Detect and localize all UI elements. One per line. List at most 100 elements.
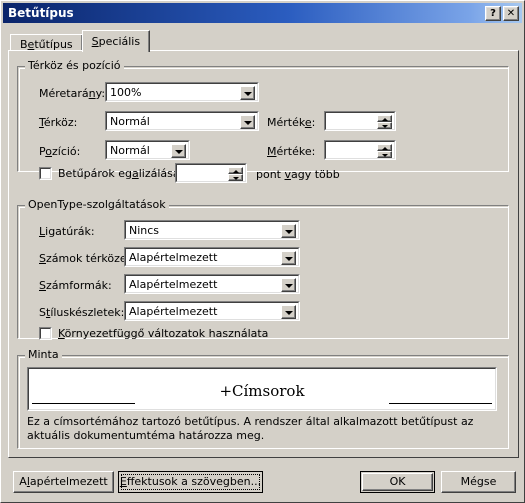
combo-spacing[interactable]: Normál [105,111,259,131]
label-spacing-by-post: : [311,116,316,129]
label-scale: Méretarány: [39,87,105,100]
label-number-spacing-accel: S [39,252,46,265]
spinner-down-icon[interactable] [228,174,243,181]
combo-ligatures[interactable]: Nincs [124,220,300,240]
combo-stylistic-sets-value: Alapértelmezett [129,305,218,318]
combo-ligatures-inner: Nincs [125,221,299,239]
label-kerning-suffix: pont vagy több [256,168,340,181]
chevron-down-icon[interactable] [240,86,255,100]
group-spacing-legend: Térköz és pozíció [25,60,124,72]
label-spacing-by-accel: e [304,116,312,129]
combo-number-forms-value: Alapértelmezett [129,278,218,291]
group-preview-legend: Minta [25,349,62,361]
font-preview-box: +Címsorok [27,367,497,411]
label-position: Pozíció: [39,145,80,158]
combo-position-value: Normál [110,144,150,157]
spinner-down-icon[interactable] [377,151,392,158]
group-spacing-frame [17,66,509,172]
combo-stylistic-sets-inner: Alapértelmezett [125,302,299,320]
font-preview-inner: +Címsorok [28,368,496,410]
title-bar-buttons: ? ✕ [485,5,519,21]
tab-specialis-post: peciális [98,35,141,48]
checkbox-contextual-post: örnyezetfüggő változatok használata [64,327,269,340]
checkbox-contextual-accel: K [58,327,65,340]
chevron-down-icon[interactable] [281,278,296,292]
combo-scale[interactable]: 100% [105,82,259,102]
combo-spacing-inner: Normál [106,112,258,130]
combo-stylistic-sets[interactable]: Alapértelmezett [124,301,300,321]
combo-scale-inner: 100% [106,83,258,101]
tab-panel-specialis: Térköz és pozíció Méretarány: 100% Térkö… [8,50,519,458]
label-scale-post: y: [95,87,106,100]
label-stylistic-sets-pre: S [39,306,46,319]
preview-rule-right [389,403,492,404]
font-dialog: Betűtípus ? ✕ Betűtípus Speciális Térköz… [0,0,525,503]
combo-spacing-value: Normál [110,115,150,128]
checkbox-kerning-label-pre: Betűpárok eg [58,167,132,180]
spinner-spacing-by-inner [325,112,395,130]
label-position-by: Mértéke: [267,145,315,158]
tab-specialis[interactable]: Speciális [81,30,151,52]
combo-number-spacing[interactable]: Alapértelmezett [124,247,300,267]
combo-position-inner: Normál [106,141,189,159]
label-position-post: zíció: [51,145,81,158]
combo-number-forms-inner: Alapértelmezett [125,275,299,293]
help-icon[interactable]: ? [485,5,501,21]
text-effects-button[interactable]: Effektusok a szövegben... [118,471,263,493]
checkbox-contextual-alternates-box[interactable] [39,327,52,340]
default-button-label-pre: A [19,475,27,488]
combo-scale-value: 100% [110,86,142,99]
label-number-forms: Számformák: [39,279,112,292]
label-stylistic-sets: Stíluskészletek: [39,306,124,319]
label-number-spacing: Számok térköze: [39,252,130,265]
combo-position[interactable]: Normál [105,140,190,160]
combo-number-forms[interactable]: Alapértelmezett [124,274,300,294]
group-opentype: OpenType-szolgáltatások Ligatúrák: Nincs… [17,199,509,340]
label-spacing-by: Mértéke: [267,116,315,129]
group-opentype-legend: OpenType-szolgáltatások [25,199,169,211]
label-scale-pre: Méretará [39,87,89,100]
default-button-label-post: apértelmezett [29,475,108,488]
chevron-down-icon[interactable] [281,305,296,319]
cancel-button[interactable]: Mégse [441,471,516,493]
cancel-button-label: Mégse [460,475,497,488]
label-ligatures-post: igatúrák: [45,225,95,238]
checkbox-kerning[interactable]: Betűpárok egalizálása: [39,167,183,180]
checkbox-contextual-alternates-label: Környezetfüggő változatok használata [58,327,268,340]
spinner-down-icon[interactable] [377,122,392,129]
label-position-by-accel: M [267,145,277,158]
label-ligatures: Ligatúrák: [39,225,95,238]
tab-specialis-accel: S [91,35,99,48]
label-stylistic-sets-post: íluskészletek: [50,306,125,319]
default-button[interactable]: Alapértelmezett [13,471,114,493]
spinner-up-icon[interactable] [377,115,392,122]
label-position-accel: o [45,145,52,158]
combo-number-spacing-inner: Alapértelmezett [125,248,299,266]
label-spacing-by-pre: Mérték [267,116,305,129]
font-preview-description: Ez a címsortémához tartozó betűtípus. A … [27,415,474,442]
ok-button[interactable]: OK [360,471,435,493]
spinner-spacing-by[interactable] [324,111,396,131]
label-kerning-suffix-pre: pont [256,168,285,181]
chevron-down-icon[interactable] [281,251,296,265]
checkbox-contextual-alternates[interactable]: Környezetfüggő változatok használata [39,327,268,340]
chevron-down-icon[interactable] [240,115,255,129]
text-effects-button-label-post: ffektusok a szövegben... [126,475,262,488]
default-button-label: Alapértelmezett [19,475,107,488]
title-bar: Betűtípus ? ✕ [3,3,522,23]
label-number-forms-accel: S [39,279,46,292]
window-title: Betűtípus [8,6,74,20]
checkbox-kerning-box[interactable] [39,167,52,180]
spinner-kerning[interactable] [175,163,247,183]
close-icon[interactable]: ✕ [503,5,519,21]
chevron-down-icon[interactable] [171,144,186,158]
combo-ligatures-value: Nincs [129,224,160,237]
label-scale-accel: n [88,87,96,100]
group-spacing-position: Térköz és pozíció Méretarány: 100% Térkö… [17,60,509,183]
spinner-up-icon[interactable] [228,167,243,174]
chevron-down-icon[interactable] [281,224,296,238]
spinner-position-by[interactable] [324,140,396,160]
font-preview-sample-text: +Címsorok [219,382,305,400]
label-number-spacing-post: zámok térköze: [45,252,131,265]
spinner-up-icon[interactable] [377,144,392,151]
